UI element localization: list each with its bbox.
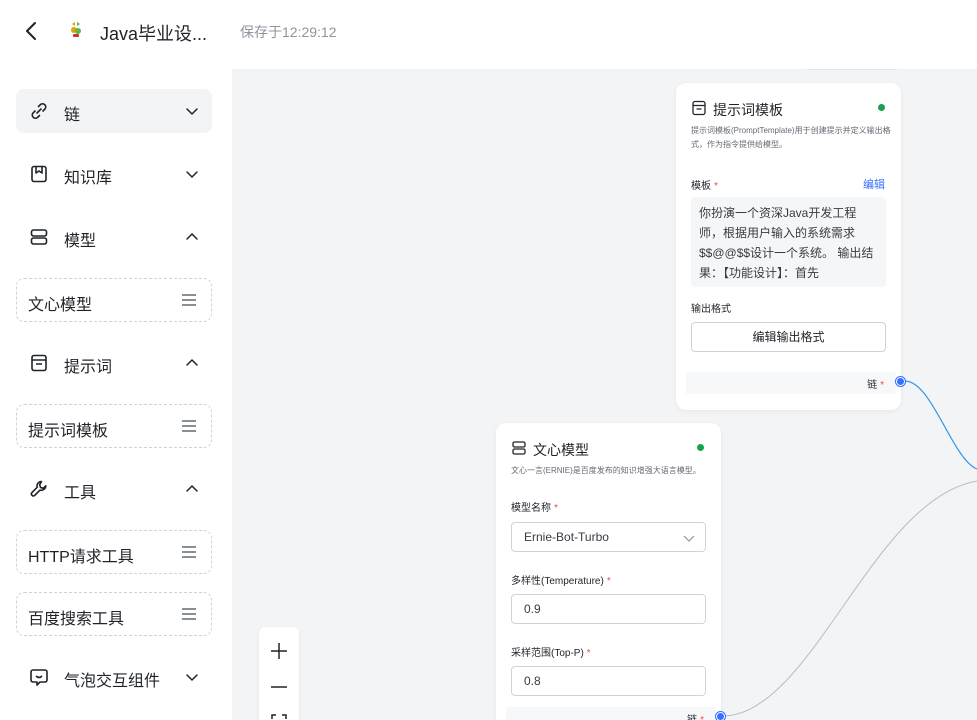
chevron-up-icon <box>184 355 200 371</box>
model-icon <box>28 226 50 248</box>
chevron-down-icon <box>184 166 200 182</box>
sidebar-item-wenxin-model[interactable]: 文心模型 <box>16 278 212 322</box>
node-description: 文心一言(ERNIE)是百度发布的知识增强大语言模型。 <box>511 466 701 475</box>
chevron-down-icon <box>184 669 200 685</box>
model-name-select[interactable]: Ernie-Bot-Turbo <box>511 522 706 552</box>
edge-prompt-to-chain[interactable] <box>904 380 977 470</box>
sidebar-group-label: 工具 <box>64 485 97 502</box>
template-preview[interactable]: 你扮演一个资深Java开发工程师，根据用户输入的系统需求$$@@$$设计一个系统… <box>691 197 886 287</box>
sidebar-item-label: 提示词模板 <box>28 423 109 440</box>
sidebar-group-bubble-components[interactable]: 气泡交互组件 <box>16 655 212 699</box>
chevron-up-icon <box>184 229 200 245</box>
model-name-value: Ernie-Bot-Turbo <box>524 530 609 544</box>
node-status-dot <box>878 104 885 111</box>
sidebar-group-tools[interactable]: 工具 <box>16 467 212 511</box>
node-description: 提示词模板(PromptTemplate)用于创建提示并定义输出格式，作为指令提… <box>691 126 891 149</box>
prompt-icon <box>691 100 707 116</box>
drag-handle-icon[interactable] <box>181 419 197 433</box>
drag-handle-icon[interactable] <box>181 545 197 559</box>
component-sidebar: 链 知识库 模型 文心模型 提示词 提示词模板 工具 HTTP请求工具 百度搜索… <box>0 69 232 720</box>
template-field-label: 模板 * <box>691 181 718 192</box>
sidebar-item-label: HTTP请求工具 <box>28 549 134 566</box>
sidebar-group-knowledge-base[interactable]: 知识库 <box>16 152 212 196</box>
chevron-up-icon <box>184 481 200 497</box>
chain-output-handle[interactable] <box>716 712 725 720</box>
model-name-label: 模型名称 * <box>511 503 558 514</box>
node-output-bar: 链* <box>506 707 716 720</box>
sidebar-item-label: 文心模型 <box>28 297 93 314</box>
drag-handle-icon[interactable] <box>181 607 197 621</box>
drag-handle-icon[interactable] <box>181 293 197 307</box>
sidebar-item-baidu-search-tool[interactable]: 百度搜索工具 <box>16 592 212 636</box>
sidebar-group-model[interactable]: 模型 <box>16 215 212 259</box>
model-icon <box>511 440 527 456</box>
node-title: 提示词模板 <box>713 102 783 118</box>
app-logo-icon <box>66 20 86 40</box>
prompt-icon <box>28 352 50 374</box>
sidebar-group-label: 模型 <box>64 233 97 250</box>
node-status-dot <box>697 444 704 451</box>
chevron-down-icon <box>184 103 200 119</box>
output-format-label: 输出格式 <box>691 304 731 315</box>
node-title: 文心模型 <box>533 442 589 458</box>
chain-output-handle[interactable] <box>896 377 905 386</box>
top-p-label: 采样范围(Top-P) * <box>511 648 591 659</box>
save-status: 保存于12:29:12 <box>240 24 337 40</box>
sidebar-group-chain[interactable]: 链 <box>16 89 212 133</box>
edit-output-format-button[interactable]: 编辑输出格式 <box>691 322 886 352</box>
sidebar-item-http-tool[interactable]: HTTP请求工具 <box>16 530 212 574</box>
edit-template-link[interactable]: 编辑 <box>863 176 885 192</box>
zoom-out-icon[interactable] <box>259 671 299 703</box>
edge-model-to-chain[interactable] <box>721 480 977 717</box>
chevron-down-icon <box>683 532 695 542</box>
sidebar-group-label: 提示词 <box>64 359 113 376</box>
temperature-value: 0.9 <box>524 602 541 616</box>
zoom-in-icon[interactable] <box>259 635 299 667</box>
temperature-label: 多样性(Temperature) * <box>511 576 611 587</box>
sidebar-group-label: 知识库 <box>64 170 113 187</box>
sidebar-item-prompt-template[interactable]: 提示词模板 <box>16 404 212 448</box>
zoom-controls <box>259 627 299 720</box>
app-title[interactable]: Java毕业设... <box>100 20 207 46</box>
prompt-template-node[interactable]: 提示词模板 提示词模板(PromptTemplate)用于创建提示并定义输出格式… <box>676 83 905 410</box>
top-header: Java毕业设... 保存于12:29:12 <box>0 0 977 64</box>
wenxin-model-node[interactable]: 文心模型 文心一言(ERNIE)是百度发布的知识增强大语言模型。 模型名称 * E… <box>496 423 725 720</box>
sidebar-item-label: 百度搜索工具 <box>28 611 125 628</box>
link-icon <box>28 100 50 122</box>
wrench-icon <box>28 478 50 500</box>
chat-bubble-icon <box>28 666 50 688</box>
temperature-input[interactable]: 0.9 <box>511 594 706 624</box>
top-p-value: 0.8 <box>524 674 541 688</box>
chain-output-label: 链* <box>687 711 704 720</box>
sidebar-group-prompt[interactable]: 提示词 <box>16 341 212 385</box>
sidebar-group-label: 气泡交互组件 <box>64 673 161 690</box>
node-output-bar: 链* <box>686 372 896 394</box>
chain-output-label: 链* <box>867 380 884 391</box>
sidebar-group-label: 链 <box>64 107 81 124</box>
back-arrow-icon[interactable] <box>22 20 42 42</box>
flow-canvas[interactable]: 提示词模板 提示词模板(PromptTemplate)用于创建提示并定义输出格式… <box>232 69 977 720</box>
knowledge-base-icon <box>28 163 50 185</box>
top-p-input[interactable]: 0.8 <box>511 666 706 696</box>
fit-view-icon[interactable] <box>259 707 299 720</box>
